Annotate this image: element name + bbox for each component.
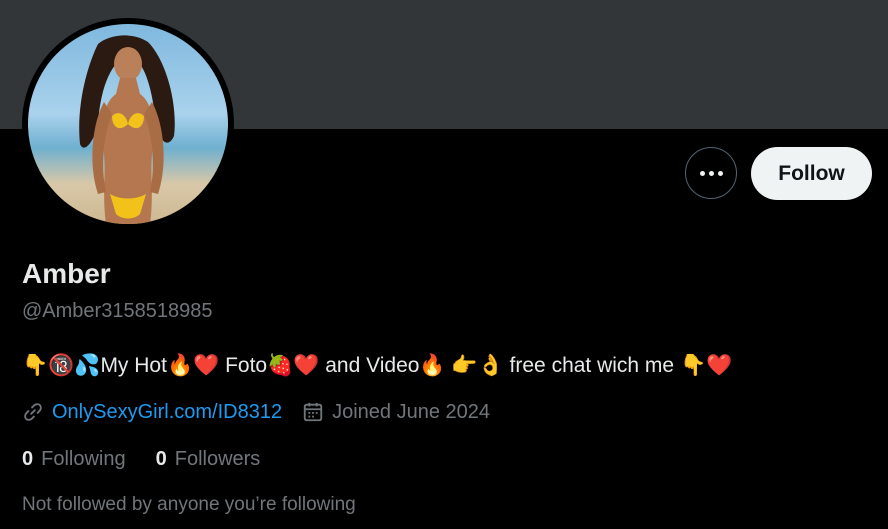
follow-button[interactable]: Follow <box>751 147 872 200</box>
followers-link[interactable]: 0 Followers <box>156 448 261 471</box>
follow-stats: 0 Following 0 Followers <box>22 448 290 471</box>
avatar[interactable] <box>28 24 228 224</box>
followers-label: Followers <box>174 448 261 470</box>
profile-bio: 👇🔞💦My Hot🔥❤️ Foto🍓❤️ and Video🔥 👉👌 free … <box>22 354 733 377</box>
profile-page: Follow Amber @Amber3158518985 👇🔞💦My Hot🔥… <box>0 0 888 529</box>
profile-meta: OnlySexyGirl.com/ID8312 Joined June 2024 <box>22 397 490 427</box>
more-horizontal-icon <box>699 170 723 176</box>
avatar-photo <box>79 35 175 224</box>
link-icon <box>22 401 44 423</box>
profile-website-link[interactable]: OnlySexyGirl.com/ID8312 <box>52 401 282 424</box>
following-link[interactable]: 0 Following <box>22 448 126 471</box>
followers-count: 0 <box>155 448 167 470</box>
joined-date: Joined June 2024 <box>302 401 490 424</box>
joined-text: Joined June 2024 <box>332 400 490 423</box>
more-options-button[interactable] <box>685 147 737 199</box>
not-followed-notice: Not followed by anyone you’re following <box>22 494 356 515</box>
following-count: 0 <box>22 448 34 470</box>
display-name: Amber <box>22 258 111 289</box>
following-label: Following <box>41 448 126 470</box>
avatar-ring <box>22 18 234 230</box>
calendar-icon <box>302 401 324 423</box>
user-handle: @Amber3158518985 <box>22 300 213 322</box>
